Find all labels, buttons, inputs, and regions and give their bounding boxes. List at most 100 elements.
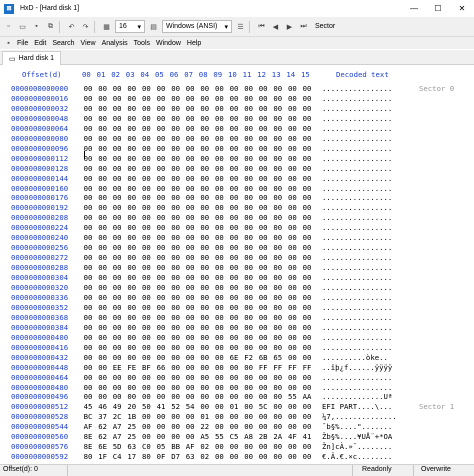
hex-byte[interactable]: 00 (96, 203, 110, 212)
hex-byte[interactable]: 00 (154, 174, 168, 183)
hex-byte[interactable]: 00 (271, 84, 285, 93)
hex-byte[interactable]: 00 (198, 263, 212, 272)
hex-byte[interactable]: 00 (256, 263, 270, 272)
hex-byte[interactable]: 00 (110, 333, 124, 342)
hex-byte[interactable]: 00 (183, 422, 197, 431)
hex-byte[interactable]: 00 (198, 94, 212, 103)
hex-byte[interactable]: 00 (81, 392, 95, 401)
hex-byte[interactable]: 00 (198, 313, 212, 322)
hex-byte[interactable]: 00 (81, 333, 95, 342)
hex-byte[interactable]: 00 (256, 383, 270, 392)
hex-byte[interactable]: 00 (125, 383, 139, 392)
hex-byte[interactable]: 00 (125, 193, 139, 202)
hex-byte[interactable]: 00 (242, 84, 256, 93)
hex-byte[interactable]: 00 (154, 373, 168, 382)
hex-byte[interactable]: 00 (96, 392, 110, 401)
hex-byte[interactable]: 00 (96, 154, 110, 163)
hex-byte[interactable]: 00 (227, 303, 241, 312)
hex-byte[interactable]: 00 (271, 174, 285, 183)
menu-window[interactable]: Window (153, 40, 184, 47)
hex-byte[interactable]: 00 (154, 164, 168, 173)
hex-byte[interactable]: 00 (139, 313, 153, 322)
hex-byte[interactable]: 00 (139, 193, 153, 202)
hex-byte[interactable]: 00 (96, 313, 110, 322)
hex-byte[interactable]: 00 (256, 412, 270, 421)
hex-byte[interactable]: 65 (271, 353, 285, 362)
hex-byte[interactable]: 00 (212, 442, 226, 451)
hex-byte[interactable]: 00 (169, 164, 183, 173)
hex-byte[interactable]: 00 (183, 293, 197, 302)
hex-byte[interactable]: 00 (227, 203, 241, 212)
hex-byte[interactable]: 00 (212, 124, 226, 133)
decoded-text[interactable]: ................ (322, 303, 392, 312)
hex-byte[interactable]: 00 (256, 233, 270, 242)
hex-byte[interactable]: 00 (242, 233, 256, 242)
hex-byte[interactable]: 00 (96, 174, 110, 183)
hex-byte[interactable]: 00 (110, 273, 124, 282)
hex-byte[interactable]: 00 (285, 104, 299, 113)
hex-byte[interactable]: 00 (96, 323, 110, 332)
hex-byte[interactable]: 00 (300, 373, 314, 382)
hex-byte[interactable]: 00 (212, 373, 226, 382)
hex-byte[interactable]: 00 (300, 193, 314, 202)
hex-byte[interactable]: 00 (212, 402, 226, 411)
hex-byte[interactable]: 00 (271, 154, 285, 163)
hex-byte[interactable]: 00 (110, 383, 124, 392)
hex-byte[interactable]: 00 (183, 333, 197, 342)
hex-byte[interactable]: 00 (271, 263, 285, 272)
hex-byte[interactable]: 00 (81, 373, 95, 382)
hex-byte[interactable]: 00 (300, 184, 314, 193)
hex-byte[interactable]: 00 (169, 223, 183, 232)
hex-byte[interactable]: 00 (183, 193, 197, 202)
hex-byte[interactable]: 66 (154, 363, 168, 372)
hex-byte[interactable]: 00 (154, 243, 168, 252)
hex-byte[interactable]: 00 (81, 243, 95, 252)
hex-byte[interactable]: 00 (285, 233, 299, 242)
hex-byte[interactable]: 00 (154, 193, 168, 202)
hex-byte[interactable]: 00 (96, 243, 110, 252)
hex-byte[interactable]: 00 (169, 432, 183, 441)
tab-hard-disk-1[interactable]: ▭ Hard disk 1 (2, 51, 62, 65)
hex-byte[interactable]: 00 (212, 193, 226, 202)
hex-byte[interactable]: 00 (110, 253, 124, 262)
hex-byte[interactable]: 00 (169, 273, 183, 282)
hex-byte[interactable]: 00 (256, 213, 270, 222)
hex-byte[interactable]: 00 (154, 432, 168, 441)
hex-byte[interactable]: 00 (125, 233, 139, 242)
hex-byte[interactable]: 00 (110, 373, 124, 382)
hex-byte[interactable]: 00 (256, 392, 270, 401)
hex-byte[interactable]: 00 (285, 383, 299, 392)
hex-byte[interactable]: 00 (285, 263, 299, 272)
hex-byte[interactable]: 00 (242, 184, 256, 193)
hex-byte[interactable]: 17 (125, 452, 139, 461)
hex-byte[interactable]: 00 (227, 104, 241, 113)
hex-byte[interactable]: 00 (81, 313, 95, 322)
hex-byte[interactable]: 00 (300, 333, 314, 342)
hex-byte[interactable]: 00 (125, 184, 139, 193)
hex-byte[interactable]: 49 (110, 402, 124, 411)
hex-byte[interactable]: 00 (154, 422, 168, 431)
decoded-text[interactable]: ................ (322, 84, 392, 93)
hex-byte[interactable]: 00 (227, 442, 241, 451)
hex-byte[interactable]: 00 (198, 174, 212, 183)
hex-byte[interactable]: 00 (183, 124, 197, 133)
hex-byte[interactable]: 00 (183, 233, 197, 242)
hex-byte[interactable]: 00 (96, 223, 110, 232)
hex-byte[interactable]: 00 (139, 174, 153, 183)
hex-byte[interactable]: 00 (125, 263, 139, 272)
hex-byte[interactable]: 00 (183, 383, 197, 392)
hex-byte[interactable]: 00 (300, 313, 314, 322)
hex-byte[interactable]: 54 (183, 402, 197, 411)
hex-byte[interactable]: 00 (242, 442, 256, 451)
hex-byte[interactable]: 80 (81, 452, 95, 461)
hex-byte[interactable]: 00 (81, 283, 95, 292)
hex-byte[interactable]: 00 (212, 134, 226, 143)
hex-byte[interactable]: 00 (139, 184, 153, 193)
hex-byte[interactable]: 00 (242, 313, 256, 322)
hex-byte[interactable]: 00 (96, 193, 110, 202)
hex-byte[interactable]: 00 (154, 273, 168, 282)
hex-byte[interactable]: 00 (256, 333, 270, 342)
hex-byte[interactable]: 00 (96, 353, 110, 362)
hex-byte[interactable]: 00 (110, 283, 124, 292)
hex-byte[interactable]: 00 (242, 154, 256, 163)
